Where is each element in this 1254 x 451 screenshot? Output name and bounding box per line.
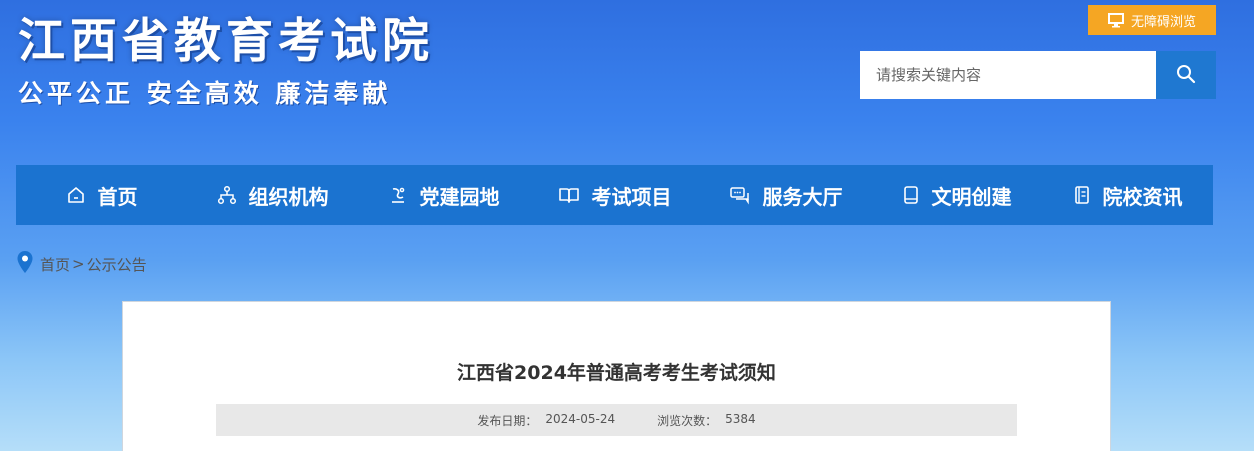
article-meta-bar: 发布日期： 2024-05-24 浏览次数： 5384 (216, 404, 1017, 436)
search-button[interactable] (1156, 51, 1216, 99)
nav-item-label: 党建园地 (419, 184, 500, 209)
breadcrumb-separator: > (72, 255, 85, 273)
publish-date: 发布日期： 2024-05-24 (477, 412, 615, 429)
accessibility-button[interactable]: 无障碍浏览 (1088, 5, 1216, 35)
nav-item-organization[interactable]: 组织机构 (187, 165, 358, 225)
nav-item-label: 服务大厅 (762, 184, 843, 209)
publish-date-value: 2024-05-24 (545, 411, 616, 426)
nav-item-civilization[interactable]: 文明创建 (871, 165, 1042, 225)
view-count-label: 浏览次数： (657, 413, 718, 428)
article-title: 江西省2024年普通高考考生考试须知 (457, 362, 776, 384)
main-nav: 首页 组织机构 党建园地 考试项目 服务大厅 文明创建 院校资讯 (16, 165, 1213, 225)
search-box (860, 51, 1216, 99)
breadcrumb: 首页 > 公示公告 (16, 251, 147, 277)
chat-icon (729, 185, 751, 205)
accessibility-label: 无障碍浏览 (1130, 14, 1196, 30)
publish-date-label: 发布日期： (477, 413, 538, 428)
home-icon (66, 185, 86, 205)
nav-item-party[interactable]: 党建园地 (358, 165, 529, 225)
view-count-value: 5384 (725, 411, 756, 426)
search-input[interactable] (860, 51, 1156, 99)
nav-item-college-news[interactable]: 院校资讯 (1042, 165, 1213, 225)
nav-item-label: 文明创建 (931, 184, 1012, 209)
notebook-icon (902, 185, 920, 205)
monitor-icon (1107, 12, 1124, 28)
nav-item-label: 首页 (97, 184, 138, 209)
article-panel: 江西省2024年普通高考考生考试须知 发布日期： 2024-05-24 浏览次数… (122, 301, 1111, 451)
party-icon (388, 185, 408, 205)
nav-item-label: 院校资讯 (1102, 184, 1183, 209)
nav-item-home[interactable]: 首页 (16, 165, 187, 225)
book-icon (558, 185, 580, 205)
breadcrumb-current-link[interactable]: 公示公告 (87, 254, 147, 275)
site-slogan: 公平公正 安全高效 廉洁奉献 (18, 79, 392, 108)
site-title: 江西省教育考试院 (18, 14, 434, 69)
nav-item-label: 考试项目 (591, 184, 672, 209)
nav-item-label: 组织机构 (248, 184, 329, 209)
nav-item-service-hall[interactable]: 服务大厅 (700, 165, 871, 225)
breadcrumb-home-link[interactable]: 首页 (40, 254, 70, 275)
document-icon (1073, 185, 1091, 205)
view-count: 浏览次数： 5384 (657, 412, 756, 429)
location-pin-icon (16, 250, 34, 278)
nav-item-exams[interactable]: 考试项目 (529, 165, 700, 225)
search-icon (1176, 64, 1196, 87)
org-chart-icon (217, 185, 237, 205)
